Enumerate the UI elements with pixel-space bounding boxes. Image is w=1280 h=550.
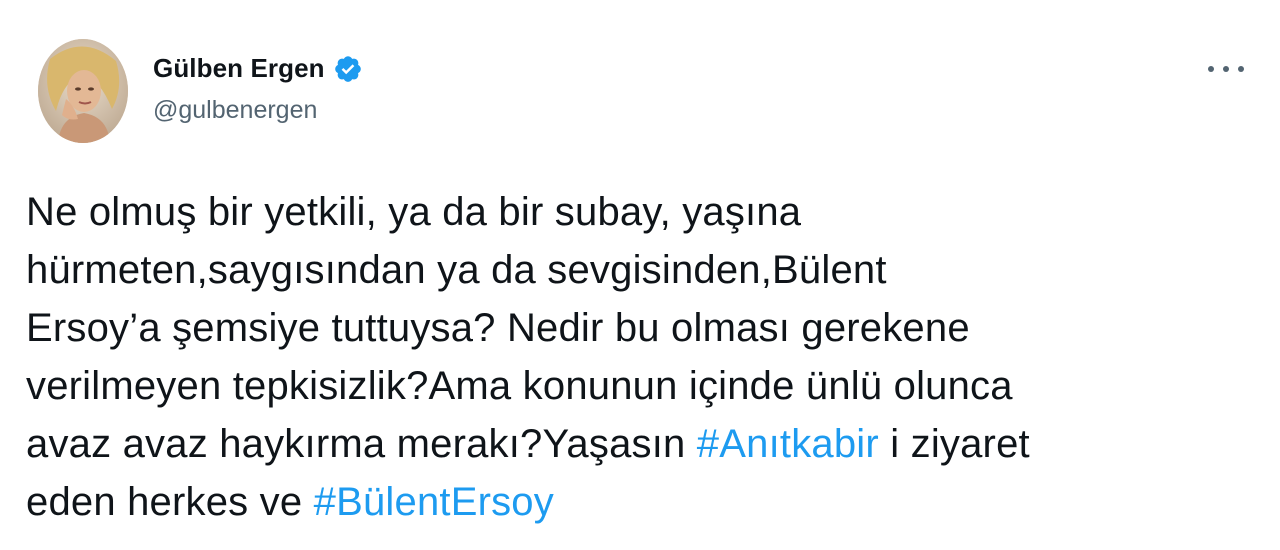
tweet-card: Gülben Ergen @gulbenergen Ne olmuş bir y… xyxy=(0,0,1280,550)
tweet-text: Ne olmuş bir yetkili, ya da bir subay, y… xyxy=(26,183,1266,531)
more-dot xyxy=(1223,66,1229,72)
more-dot xyxy=(1238,66,1244,72)
tweet-line: eden herkes ve #BülentErsoy xyxy=(26,473,1266,531)
tweet-line: Ne olmuş bir yetkili, ya da bir subay, y… xyxy=(26,190,802,234)
author-handle[interactable]: @gulbenergen xyxy=(153,96,317,125)
tweet-line: verilmeyen tepkisizlik?Ama konunun içind… xyxy=(26,364,1013,408)
more-options-icon[interactable] xyxy=(1208,58,1244,80)
hashtag-link-anitkabir[interactable]: #Anıtkabir xyxy=(697,422,879,466)
hashtag-link-bulentersoy[interactable]: #BülentErsoy xyxy=(314,480,554,524)
author-avatar[interactable] xyxy=(38,39,128,143)
more-dot xyxy=(1208,66,1214,72)
tweet-line: avaz avaz haykırma merakı?Yaşasın #Anıtk… xyxy=(26,415,1266,473)
tweet-line: hürmeten,saygısından ya da sevgisinden,B… xyxy=(26,248,887,292)
tweet-text-segment: avaz avaz haykırma merakı?Yaşasın xyxy=(26,422,697,466)
author-display-name[interactable]: Gülben Ergen xyxy=(153,53,325,84)
verified-badge-icon xyxy=(333,54,363,84)
tweet-text-segment: eden herkes ve xyxy=(26,480,314,524)
tweet-line: Ersoy’a şemsiye tuttuysa? Nedir bu olmas… xyxy=(26,306,970,350)
tweet-text-segment: i ziyaret xyxy=(878,422,1030,466)
author-name-row: Gülben Ergen xyxy=(153,52,363,84)
avatar-image xyxy=(38,39,128,143)
